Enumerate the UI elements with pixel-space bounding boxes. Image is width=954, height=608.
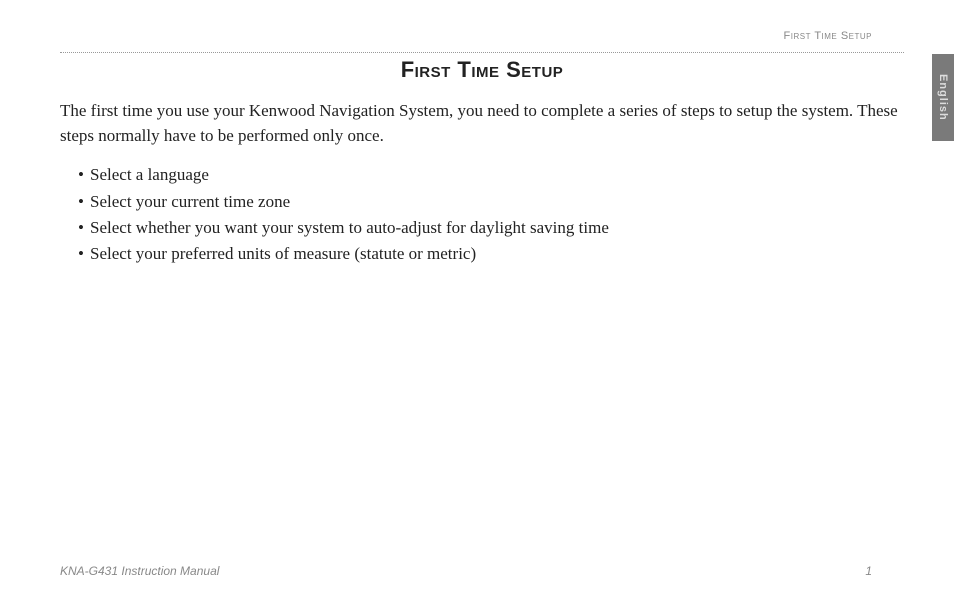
header-divider <box>60 52 904 53</box>
list-item: Select your preferred units of measure (… <box>78 241 904 267</box>
footer-page-number: 1 <box>865 564 904 578</box>
list-item: Select a language <box>78 162 904 188</box>
language-tab-english[interactable]: English <box>932 54 954 141</box>
list-item: Select whether you want your system to a… <box>78 215 904 241</box>
page-title: First Time Setup <box>60 57 904 83</box>
intro-paragraph: The first time you use your Kenwood Navi… <box>60 99 904 148</box>
page-footer: KNA-G431 Instruction Manual 1 <box>60 564 904 578</box>
page-container: First Time Setup First Time Setup The fi… <box>0 0 954 608</box>
section-label-header: First Time Setup <box>60 30 904 42</box>
footer-manual-name: KNA-G431 Instruction Manual <box>60 564 219 578</box>
list-item: Select your current time zone <box>78 189 904 215</box>
setup-steps-list: Select a language Select your current ti… <box>60 162 904 267</box>
